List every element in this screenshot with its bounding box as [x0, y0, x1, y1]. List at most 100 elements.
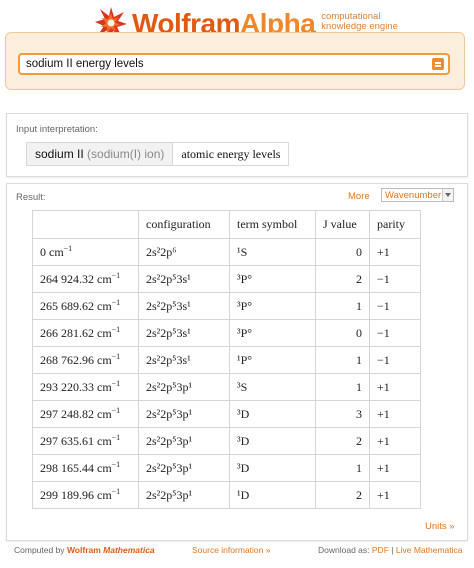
header-parity: parity	[369, 210, 421, 239]
table-row: 299 189.96 cm−1 2s²2p⁵3p¹ ¹D 2 +1	[32, 481, 421, 509]
j-value-cell: 2	[315, 427, 370, 455]
energy-value: 293 220.33 cm	[40, 380, 112, 394]
computed-by-label: Computed by	[14, 545, 65, 555]
more-button[interactable]: More	[348, 191, 370, 202]
term-main: sodium II	[35, 147, 84, 161]
term-symbol-cell: ¹D	[229, 481, 316, 509]
j-value-cell: 0	[315, 238, 370, 266]
search-query-text[interactable]: sodium II energy levels	[26, 58, 144, 70]
configuration-cell: 2s²2p⁵3s¹	[138, 319, 230, 347]
parity-cell: +1	[369, 454, 421, 482]
table-row: 293 220.33 cm−1 2s²2p⁵3p¹ ³S 1 +1	[32, 373, 421, 401]
configuration-cell: 2s²2p⁵3p¹	[138, 427, 230, 455]
energy-unit-exponent: −1	[111, 352, 121, 361]
j-value-cell: 3	[315, 400, 370, 428]
interpretation-term-2: atomic energy levels	[181, 147, 281, 161]
energy-value: 297 248.82 cm	[40, 407, 112, 421]
term-symbol-cell: ³P°	[229, 319, 316, 347]
configuration-cell: 2s²2p⁵3p¹	[138, 400, 230, 428]
j-value-cell: 1	[315, 346, 370, 374]
energy-unit-exponent: −1	[111, 460, 121, 469]
dropdown-chevron-icon[interactable]	[442, 189, 453, 201]
table-row: 268 762.96 cm−1 2s²2p⁵3s¹ ¹P° 1 −1	[32, 346, 421, 374]
units-link[interactable]: Units »	[425, 521, 455, 532]
j-value-cell: 0	[315, 319, 370, 347]
table-row: 265 689.62 cm−1 2s²2p⁵3s¹ ³P° 1 −1	[32, 292, 421, 320]
term-symbol-cell: ³S	[229, 373, 316, 401]
search-area: sodium II energy levels	[5, 32, 465, 90]
mathematica-link[interactable]: Mathematica	[103, 545, 155, 555]
configuration-cell: 2s²2p⁵3s¹	[138, 265, 230, 293]
parity-cell: −1	[369, 346, 421, 374]
source-information-link[interactable]: Source information »	[192, 545, 270, 555]
j-value-cell: 1	[315, 373, 370, 401]
energy-value: 266 281.62 cm	[40, 326, 112, 340]
energy-unit-exponent: −1	[63, 244, 73, 253]
header-energy	[32, 210, 139, 239]
parity-cell: +1	[369, 238, 421, 266]
energy-cell: 266 281.62 cm−1	[32, 319, 139, 347]
energy-unit-exponent: −1	[111, 271, 121, 280]
term-symbol-cell: ³P°	[229, 265, 316, 293]
parity-cell: −1	[369, 319, 421, 347]
header-j-value: J value	[315, 210, 370, 239]
energy-value: 298 165.44 cm	[40, 461, 112, 475]
download-as-label: Download as:	[318, 545, 370, 555]
energy-cell: 265 689.62 cm−1	[32, 292, 139, 320]
configuration-cell: 2s²2p⁵3p¹	[138, 454, 230, 482]
table-row: 0 cm−1 2s²2p⁶ ¹S 0 +1	[32, 238, 421, 266]
energy-cell: 299 189.96 cm−1	[32, 481, 139, 509]
tagline: computational knowledge engine	[321, 12, 398, 32]
live-mathematica-link[interactable]: Live Mathematica	[396, 545, 463, 555]
energy-unit-exponent: −1	[111, 433, 121, 442]
search-go-icon[interactable]	[432, 58, 444, 70]
energy-cell: 298 165.44 cm−1	[32, 454, 139, 482]
term-symbol-cell: ³P°	[229, 292, 316, 320]
parity-cell: +1	[369, 427, 421, 455]
configuration-cell: 2s²2p⁶	[138, 238, 230, 266]
header-term-symbol: term symbol	[229, 210, 316, 239]
wavenumber-select[interactable]: Wavenumber	[381, 188, 454, 202]
energy-value: 264 924.32 cm	[40, 272, 112, 286]
energy-cell: 0 cm−1	[32, 238, 139, 266]
table-header-row: configuration term symbol J value parity	[32, 210, 421, 239]
wolfram-link[interactable]: Wolfram	[67, 545, 101, 555]
table-row: 264 924.32 cm−1 2s²2p⁵3s¹ ³P° 2 −1	[32, 265, 421, 293]
header-configuration: configuration	[138, 210, 230, 239]
configuration-cell: 2s²2p⁵3s¹	[138, 292, 230, 320]
energy-unit-exponent: −1	[111, 487, 121, 496]
search-input[interactable]: sodium II energy levels	[18, 53, 450, 75]
pdf-link[interactable]: PDF	[372, 545, 389, 555]
computed-by: Computed by Wolfram Mathematica	[14, 545, 155, 555]
input-interpretation-title: Input interpretation:	[16, 124, 98, 135]
parity-cell: +1	[369, 373, 421, 401]
energy-cell: 293 220.33 cm−1	[32, 373, 139, 401]
energy-value: 297 635.61 cm	[40, 434, 112, 448]
interpretation-table: sodium II (sodium(I) ion) atomic energy …	[26, 142, 290, 166]
term-symbol-cell: ³D	[229, 400, 316, 428]
term-symbol-cell: ¹P°	[229, 346, 316, 374]
term-symbol-cell: ³D	[229, 427, 316, 455]
energy-value: 299 189.96 cm	[40, 488, 112, 502]
result-title: Result:	[16, 192, 46, 203]
interpretation-term-1: sodium II (sodium(I) ion)	[27, 143, 174, 165]
table-row: 298 165.44 cm−1 2s²2p⁵3p¹ ³D 1 +1	[32, 454, 421, 482]
tagline-line-2: knowledge engine	[321, 21, 398, 32]
energy-value: 268 762.96 cm	[40, 353, 112, 367]
footer-separator: |	[391, 545, 394, 555]
energy-cell: 297 248.82 cm−1	[32, 400, 139, 428]
parity-cell: +1	[369, 481, 421, 509]
energy-levels-table: configuration term symbol J value parity…	[32, 210, 421, 509]
table-row: 297 635.61 cm−1 2s²2p⁵3p¹ ³D 2 +1	[32, 427, 421, 455]
energy-cell: 297 635.61 cm−1	[32, 427, 139, 455]
energy-cell: 264 924.32 cm−1	[32, 265, 139, 293]
energy-cell: 268 762.96 cm−1	[32, 346, 139, 374]
footer: Computed by Wolfram Mathematica Source i…	[0, 545, 474, 559]
parity-cell: −1	[369, 292, 421, 320]
j-value-cell: 1	[315, 454, 370, 482]
energy-unit-exponent: −1	[111, 406, 121, 415]
j-value-cell: 1	[315, 292, 370, 320]
wavenumber-select-value: Wavenumber	[385, 190, 442, 201]
energy-value: 0 cm	[40, 245, 64, 259]
parity-cell: +1	[369, 400, 421, 428]
